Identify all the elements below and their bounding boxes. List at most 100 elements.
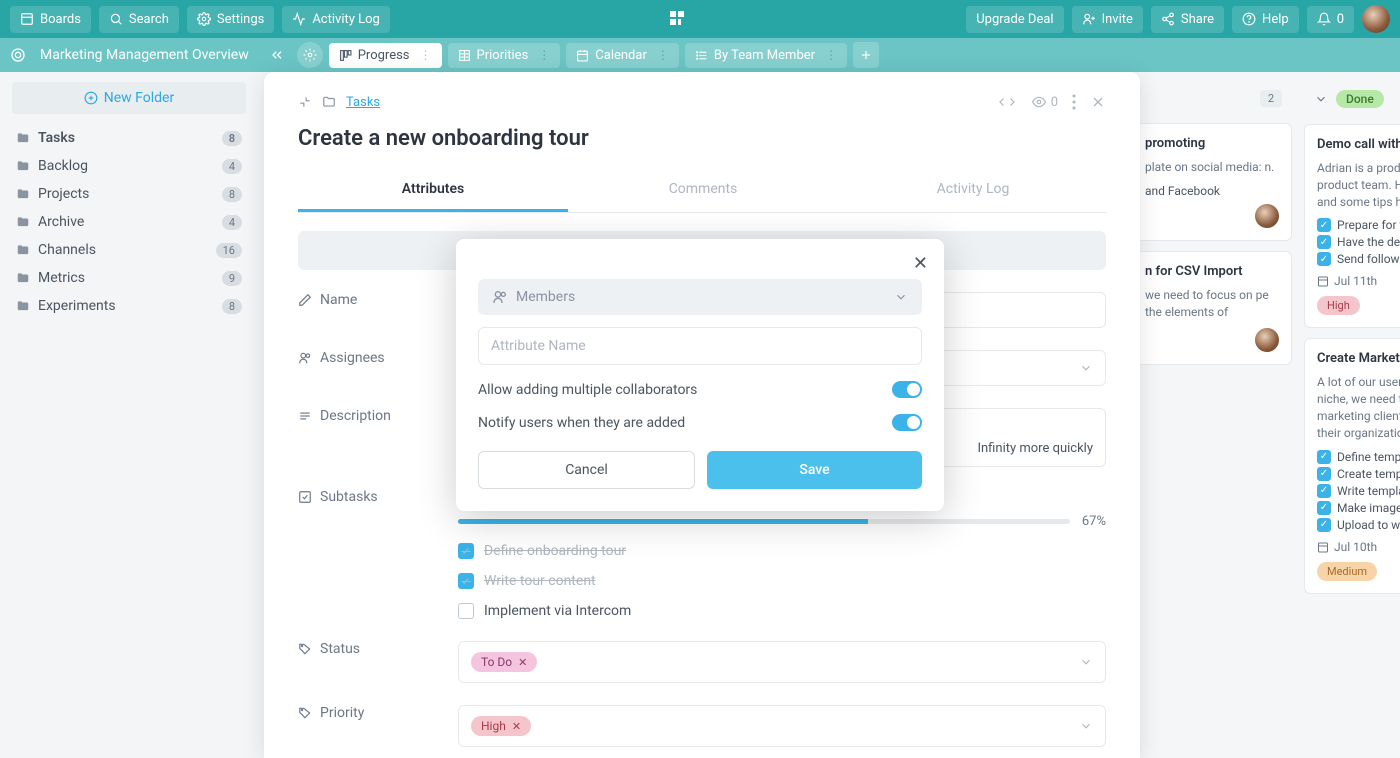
- tab-priorities[interactable]: Priorities⋮: [448, 43, 561, 68]
- task-card[interactable]: promoting plate on social media: ​n. and…: [1132, 123, 1292, 241]
- new-folder-button[interactable]: New Folder: [12, 82, 246, 114]
- user-plus-icon: [1082, 12, 1096, 26]
- calendar-icon: [576, 49, 589, 62]
- list-icon: [695, 49, 708, 62]
- drag-handle-icon[interactable]: ⋮: [653, 48, 669, 62]
- tab-comments[interactable]: Comments: [568, 169, 838, 212]
- breadcrumb-link[interactable]: Tasks: [346, 95, 380, 110]
- text-icon: [298, 409, 312, 423]
- sidebar-item-backlog[interactable]: Backlog4: [12, 152, 246, 180]
- search-icon: [109, 12, 123, 26]
- view-settings-button[interactable]: [297, 42, 323, 68]
- sidebar-item-tasks[interactable]: Tasks8: [12, 124, 246, 152]
- sidebar-item-experiments[interactable]: Experiments8: [12, 292, 246, 320]
- search-label: Search: [129, 12, 169, 27]
- calendar-icon: [1317, 541, 1329, 553]
- folder-icon: [16, 215, 30, 229]
- invite-button[interactable]: Invite: [1072, 6, 1143, 33]
- remove-icon[interactable]: ✕: [512, 720, 521, 733]
- modal-close-button[interactable]: ✕: [913, 253, 928, 274]
- drag-handle-icon[interactable]: ⋮: [416, 48, 432, 62]
- task-title[interactable]: Create a new onboarding tour: [298, 126, 1106, 151]
- sidebar-item-channels[interactable]: Channels16: [12, 236, 246, 264]
- tab-attributes[interactable]: Attributes: [298, 169, 568, 212]
- activity-icon: [292, 12, 306, 26]
- tab-byteam[interactable]: By Team Member⋮: [685, 43, 847, 68]
- priority-badge: Medium: [1317, 562, 1377, 581]
- cancel-button[interactable]: Cancel: [478, 451, 695, 489]
- settings-button[interactable]: Settings: [187, 6, 274, 33]
- prev-next-icon[interactable]: [997, 95, 1017, 109]
- app-logo-icon: [666, 7, 690, 31]
- tab-activitylog[interactable]: Activity Log: [838, 169, 1108, 212]
- share-icon: [1161, 12, 1175, 26]
- checkbox-icon[interactable]: ✓: [1317, 518, 1331, 532]
- subtask-item[interactable]: ✓Define onboarding tour: [458, 543, 1106, 559]
- task-card[interactable]: Create Marketi A lot of our users ​niche…: [1304, 338, 1400, 593]
- status-select[interactable]: To Do✕: [458, 641, 1106, 683]
- task-card[interactable]: n for CSV Import we need to focus on ​pe…: [1132, 251, 1292, 366]
- chevron-down-icon: [1079, 719, 1093, 733]
- plus-circle-icon: [84, 91, 98, 105]
- priority-select[interactable]: High✕: [458, 705, 1106, 747]
- tab-calendar[interactable]: Calendar⋮: [566, 43, 679, 68]
- search-button[interactable]: Search: [99, 6, 179, 33]
- panel-tabs: Attributes Comments Activity Log: [298, 169, 1106, 213]
- folder-icon: [322, 95, 336, 109]
- drag-handle-icon[interactable]: ⋮: [534, 48, 550, 62]
- priority-badge: High: [1317, 296, 1360, 315]
- chevron-down-icon: [1079, 361, 1093, 375]
- checkbox-icon[interactable]: ✓: [1317, 501, 1331, 515]
- tag-icon: [298, 642, 312, 656]
- pencil-icon: [298, 293, 312, 307]
- chevron-down-icon[interactable]: [1314, 92, 1328, 106]
- collapse-sidebar-icon[interactable]: [263, 47, 291, 63]
- sidebar-item-projects[interactable]: Projects8: [12, 180, 246, 208]
- help-button[interactable]: Help: [1232, 6, 1299, 33]
- checkbox-icon[interactable]: ✓: [458, 573, 474, 589]
- subtask-item[interactable]: ✓Write tour content: [458, 573, 1106, 589]
- help-icon: [1242, 12, 1256, 26]
- assignee-avatar: [1255, 204, 1279, 228]
- toggle-notify-users: Notify users when they are added: [478, 414, 922, 431]
- checkbox-icon[interactable]: ✓: [1317, 235, 1331, 249]
- toggle-switch[interactable]: [892, 414, 922, 431]
- folder-icon: [16, 271, 30, 285]
- sidebar: New Folder Tasks8 Backlog4 Projects8 Arc…: [0, 72, 258, 758]
- checkbox-icon[interactable]: ✓: [1317, 484, 1331, 498]
- checkbox-icon[interactable]: ✓: [1317, 450, 1331, 464]
- share-button[interactable]: Share: [1151, 6, 1224, 33]
- checkbox-icon[interactable]: ✓: [1317, 218, 1331, 232]
- attribute-type-select[interactable]: Members: [478, 279, 922, 315]
- user-avatar[interactable]: [1362, 5, 1390, 33]
- activity-button[interactable]: Activity Log: [282, 6, 390, 33]
- upgrade-button[interactable]: Upgrade Deal: [966, 6, 1063, 33]
- tab-progress[interactable]: Progress⋮: [329, 43, 442, 68]
- collapse-icon[interactable]: [298, 95, 312, 109]
- checkbox-icon[interactable]: ✓: [1317, 252, 1331, 266]
- calendar-icon: [1317, 275, 1329, 287]
- progress-percent: 67%: [1082, 514, 1106, 529]
- notifications-button[interactable]: 0: [1307, 6, 1354, 33]
- checkbox-icon[interactable]: ✓: [458, 543, 474, 559]
- drag-handle-icon[interactable]: ⋮: [821, 48, 837, 62]
- add-view-button[interactable]: [853, 42, 879, 68]
- chevron-down-icon: [894, 290, 908, 304]
- toggle-switch[interactable]: [892, 381, 922, 398]
- column-header: Done: [1304, 84, 1400, 114]
- sidebar-item-archive[interactable]: Archive4: [12, 208, 246, 236]
- boards-button[interactable]: Boards: [10, 6, 91, 33]
- subtask-item[interactable]: Implement via Intercom: [458, 603, 1106, 619]
- remove-icon[interactable]: ✕: [518, 656, 527, 669]
- checkbox-icon[interactable]: [458, 603, 474, 619]
- sidebar-item-metrics[interactable]: Metrics9: [12, 264, 246, 292]
- attribute-name-input[interactable]: [478, 327, 922, 365]
- users-icon: [298, 351, 312, 365]
- close-icon[interactable]: [1090, 94, 1106, 110]
- task-card[interactable]: Demo call with Adrian is a produc​t prod…: [1304, 124, 1400, 328]
- more-icon[interactable]: [1072, 94, 1076, 110]
- board-title[interactable]: Marketing Management Overview: [32, 47, 257, 63]
- save-button[interactable]: Save: [707, 451, 922, 489]
- checkbox-icon[interactable]: ✓: [1317, 467, 1331, 481]
- gear-icon: [197, 12, 211, 26]
